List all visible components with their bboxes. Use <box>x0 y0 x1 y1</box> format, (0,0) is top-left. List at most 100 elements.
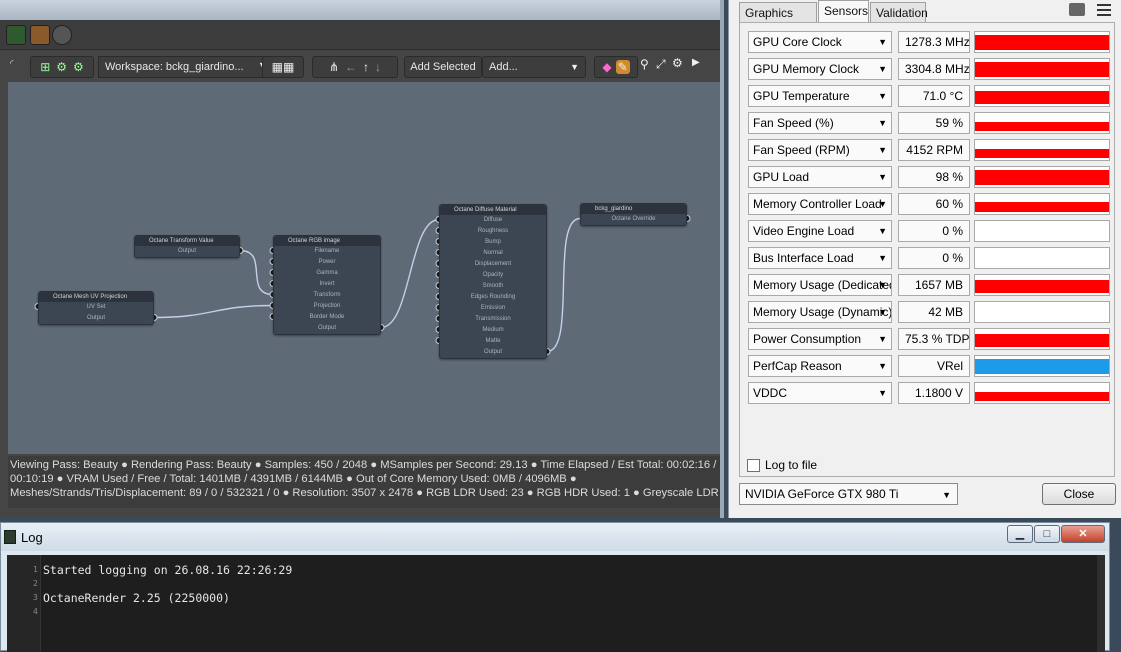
sensor-name-select[interactable]: Memory Usage (Dedicated) ▼ <box>748 274 892 296</box>
arrow-down-icon[interactable]: ↓ <box>375 60 381 74</box>
node-pin: Normal <box>483 250 503 256</box>
sensor-graph <box>974 139 1110 161</box>
window-close-button[interactable]: ✕ <box>1061 525 1105 543</box>
sensor-name-select[interactable]: VDDC ▼ <box>748 382 892 404</box>
sensor-graph <box>974 31 1110 53</box>
close-button[interactable]: Close <box>1042 483 1116 505</box>
title-strip <box>0 0 720 20</box>
sensor-name-select[interactable]: Memory Controller Load ▼ <box>748 193 892 215</box>
arrow-up-icon[interactable]: ↑ <box>363 60 369 74</box>
layout-grid-button[interactable]: ▦▦ <box>262 56 304 78</box>
node-wire[interactable] <box>380 218 440 329</box>
sensor-name-select[interactable]: Power Consumption ▼ <box>748 328 892 350</box>
sensor-name: Bus Interface Load <box>753 251 854 265</box>
material-icon[interactable] <box>30 25 50 45</box>
sensor-bar <box>975 35 1109 50</box>
checkbox-box[interactable] <box>747 458 760 472</box>
palette-icon[interactable]: ✎ <box>615 60 630 74</box>
diamond-icon[interactable]: ◆ <box>602 60 611 74</box>
chevron-down-icon: ▼ <box>878 145 887 155</box>
sensor-name-select[interactable]: Fan Speed (%) ▼ <box>748 112 892 134</box>
log-to-file-checkbox[interactable]: Log to file <box>747 458 817 472</box>
node-wire[interactable] <box>153 304 274 319</box>
add-selected-button[interactable]: Add Selected <box>404 56 482 78</box>
node-title: Octane Mesh UV Projection <box>39 292 153 302</box>
terminal-icon <box>4 530 16 544</box>
add-graph-icon[interactable]: ⊞ <box>40 60 50 74</box>
node-wire[interactable] <box>239 249 274 296</box>
rgb-image-node[interactable]: Octane RGB image Filename Power Gamma In… <box>273 235 381 335</box>
chevron-down-icon: ▼ <box>878 388 887 398</box>
fit-view-icon[interactable]: ⤢ <box>656 57 666 72</box>
node-pin: Octane Override <box>611 216 656 222</box>
tab-sensors[interactable]: Sensors <box>818 0 869 22</box>
sensor-graph <box>974 382 1110 404</box>
sensor-value: 4152 RPM <box>898 139 970 161</box>
node-pin: Output <box>483 349 502 355</box>
sensors-panel: GPU Core Clock ▼ 1278.3 MHz GPU Memory Cloc… <box>739 22 1115 477</box>
sensor-name-select[interactable]: Memory Usage (Dynamic) ▼ <box>748 301 892 323</box>
bckg-giardino-node[interactable]: bckg_giardino Octane Override <box>580 203 687 226</box>
gear-link-icon[interactable]: ⚙ <box>73 60 84 74</box>
sensor-name-select[interactable]: PerfCap Reason ▼ <box>748 355 892 377</box>
minimize-button[interactable]: ▁ <box>1007 525 1033 543</box>
camera-icon[interactable] <box>1069 3 1085 16</box>
chevron-right-icon[interactable]: ▶ <box>692 57 700 68</box>
render-window-icon[interactable] <box>6 25 26 45</box>
log-output[interactable]: 1 2 3 4 Started logging on 26.08.16 22:26:2… <box>7 555 1105 652</box>
transform-value-node[interactable]: Octane Transform Value Output <box>134 235 240 258</box>
add-node-dropdown[interactable]: Add... ▼ <box>482 56 586 78</box>
sensor-name-select[interactable]: Bus Interface Load ▼ <box>748 247 892 269</box>
chevron-down-icon: ▼ <box>878 280 887 290</box>
gpu-select-value: NVIDIA GeForce GTX 980 Ti <box>745 487 899 501</box>
workspace-label: Workspace: bckg_giardino... <box>105 61 244 73</box>
sensor-name-select[interactable]: GPU Temperature ▼ <box>748 85 892 107</box>
add-node-label: Add... <box>489 61 518 73</box>
tab-label: Validation <box>876 6 928 20</box>
tab-graphics-card[interactable]: Graphics Card <box>739 2 817 34</box>
uv-projection-node[interactable]: Octane Mesh UV Projection UV Set Output <box>38 291 154 325</box>
node-wire[interactable] <box>546 217 581 353</box>
hamburger-menu-icon[interactable] <box>1097 4 1111 16</box>
node-pin: Transmission <box>475 316 511 322</box>
workspace-select[interactable]: Workspace: bckg_giardino... <box>98 56 282 78</box>
arrow-left-icon[interactable]: ← <box>345 60 357 74</box>
sensor-graph <box>974 328 1110 350</box>
sensor-bar <box>975 170 1109 185</box>
sensor-name-select[interactable]: GPU Load ▼ <box>748 166 892 188</box>
hierarchy-icon[interactable]: ⋔ <box>329 60 339 74</box>
film-reel-icon[interactable] <box>52 25 72 45</box>
node-title: Octane RGB image <box>274 236 380 246</box>
sensor-bar <box>975 280 1109 293</box>
search-icon[interactable]: ⚲ <box>640 57 649 71</box>
chevron-down-icon: ▼ <box>878 361 887 371</box>
node-pin: Output <box>317 325 336 331</box>
sensor-bar <box>975 392 1109 401</box>
node-title: Octane Diffuse Material <box>440 205 546 215</box>
node-title: bckg_giardino <box>581 204 686 214</box>
tab-label: Sensors <box>824 4 869 18</box>
sensor-name-select[interactable]: GPU Memory Clock ▼ <box>748 58 892 80</box>
sensor-value: 1278.3 MHz <box>898 31 970 53</box>
sensor-row: Memory Usage (Dedicated) ▼ 1657 MB <box>748 274 1110 296</box>
log-line: OctaneRender 2.25 (2250000) <box>43 591 230 605</box>
gear-add-icon[interactable]: ⚙ <box>56 60 67 74</box>
gear-icon[interactable]: ⚙ <box>672 56 683 70</box>
node-graph-toolbar: ◜ ⊞ ⚙ ⚙ Workspace: bckg_giardino... ▼ ▦▦… <box>8 54 720 80</box>
sensor-row: Memory Controller Load ▼ 60 % <box>748 193 1110 215</box>
sensor-name: GPU Load <box>753 170 810 184</box>
collapse-icon[interactable]: ◜ <box>10 58 14 69</box>
node-pin: Output <box>86 315 105 321</box>
sensor-name: Fan Speed (%) <box>753 116 834 130</box>
sensor-name-select[interactable]: Video Engine Load ▼ <box>748 220 892 242</box>
chevron-down-icon: ▼ <box>878 64 887 74</box>
line-number: 2 <box>33 579 38 588</box>
tab-validation[interactable]: Validation <box>870 2 928 22</box>
sensor-name-select[interactable]: GPU Core Clock ▼ <box>748 31 892 53</box>
sensor-name-select[interactable]: Fan Speed (RPM) ▼ <box>748 139 892 161</box>
log-scrollbar[interactable] <box>1097 555 1105 652</box>
diffuse-material-node[interactable]: Octane Diffuse Material Diffuse Roughnes… <box>439 204 547 359</box>
gpu-select[interactable]: NVIDIA GeForce GTX 980 Ti ▼ <box>739 483 958 505</box>
maximize-button[interactable]: □ <box>1034 525 1060 543</box>
node-graph-canvas[interactable]: Octane Mesh UV Projection UV Set Output … <box>8 82 720 454</box>
